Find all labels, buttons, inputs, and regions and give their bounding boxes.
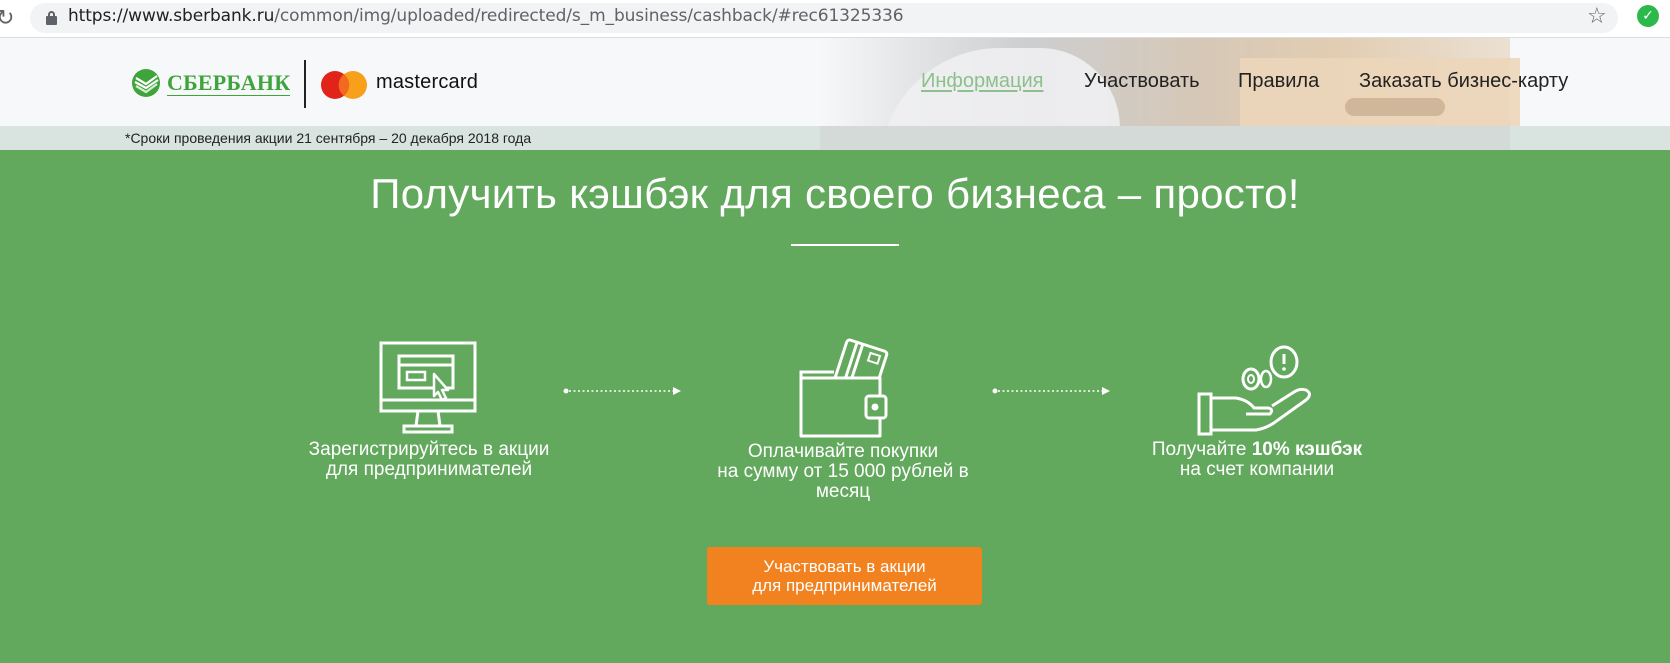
- step-cashback-text: Получайте 10% кэшбэк на счет компании: [1107, 440, 1407, 480]
- step-arrow-icon: [992, 387, 1110, 395]
- hand-coins-icon: [1197, 345, 1311, 436]
- reload-icon[interactable]: ↻: [0, 6, 14, 31]
- sberbank-logo[interactable]: СБЕРБАНК: [131, 66, 291, 100]
- step-cashback-highlight: 10% кэшбэк: [1251, 439, 1363, 460]
- site-header: СБЕРБАНК mastercard Информация Участвова…: [0, 38, 1670, 150]
- participate-button-line2: для предпринимателей: [752, 576, 937, 595]
- step-pay-line2: на сумму от 15 000 рублей в: [717, 461, 969, 482]
- extension-check-icon[interactable]: ✓: [1637, 5, 1659, 27]
- participate-button-line1: Участвовать в акции: [763, 557, 926, 576]
- computer-monitor-icon: [379, 341, 477, 434]
- header-strip-overlay: [820, 126, 1510, 150]
- step-register-text: Зарегистрируйтесь в акции для предприним…: [279, 440, 579, 480]
- nav-link-info[interactable]: Информация: [921, 70, 1043, 93]
- title-underline: [791, 244, 899, 246]
- step-pay-line3: месяц: [815, 481, 871, 502]
- step-cashback-prefix: Получайте: [1151, 439, 1252, 460]
- step-cashback-line2: на счет компании: [1179, 459, 1335, 480]
- page-title: Получить кэшбэк для своего бизнеса – про…: [370, 170, 1300, 217]
- step-pay-line1: Оплачивайте покупки: [747, 441, 939, 462]
- step-register-line2: для предпринимателей: [325, 459, 533, 480]
- nav-link-participate[interactable]: Участвовать: [1084, 70, 1200, 93]
- step-cashback-line1: Получайте 10% кэшбэк: [1107, 440, 1407, 460]
- cashback-steps-section: Получить кэшбэк для своего бизнеса – про…: [0, 150, 1670, 663]
- mastercard-circles-icon: [321, 71, 367, 99]
- logo-divider: [304, 60, 306, 108]
- wallet-cards-icon: [799, 338, 889, 438]
- nav-link-rules[interactable]: Правила: [1238, 70, 1319, 93]
- lock-icon[interactable]: [46, 11, 57, 25]
- step-pay-text: Оплачивайте покупки на сумму от 15 000 р…: [693, 442, 993, 502]
- nav-link-order-card[interactable]: Заказать бизнес-карту: [1359, 70, 1568, 93]
- mastercard-logo-text: mastercard: [376, 71, 479, 93]
- bookmark-star-icon[interactable]: ☆: [1587, 4, 1607, 29]
- browser-address-bar: ↻ https://www.sberbank.ru/common/img/upl…: [0, 0, 1670, 38]
- step-register-line1: Зарегистрируйтесь в акции: [308, 439, 550, 460]
- step-arrow-icon: [563, 387, 681, 395]
- sberbank-leaf-icon: [132, 69, 160, 97]
- hero-box-handle: [1345, 98, 1445, 116]
- participate-button[interactable]: Участвовать в акции для предпринимателей: [707, 547, 982, 605]
- promo-dates-note: *Сроки проведения акции 21 сентября – 20…: [125, 130, 532, 146]
- url-text[interactable]: https://www.sberbank.ru/common/img/uploa…: [68, 6, 904, 26]
- sberbank-logo-text: СБЕРБАНК: [167, 69, 291, 96]
